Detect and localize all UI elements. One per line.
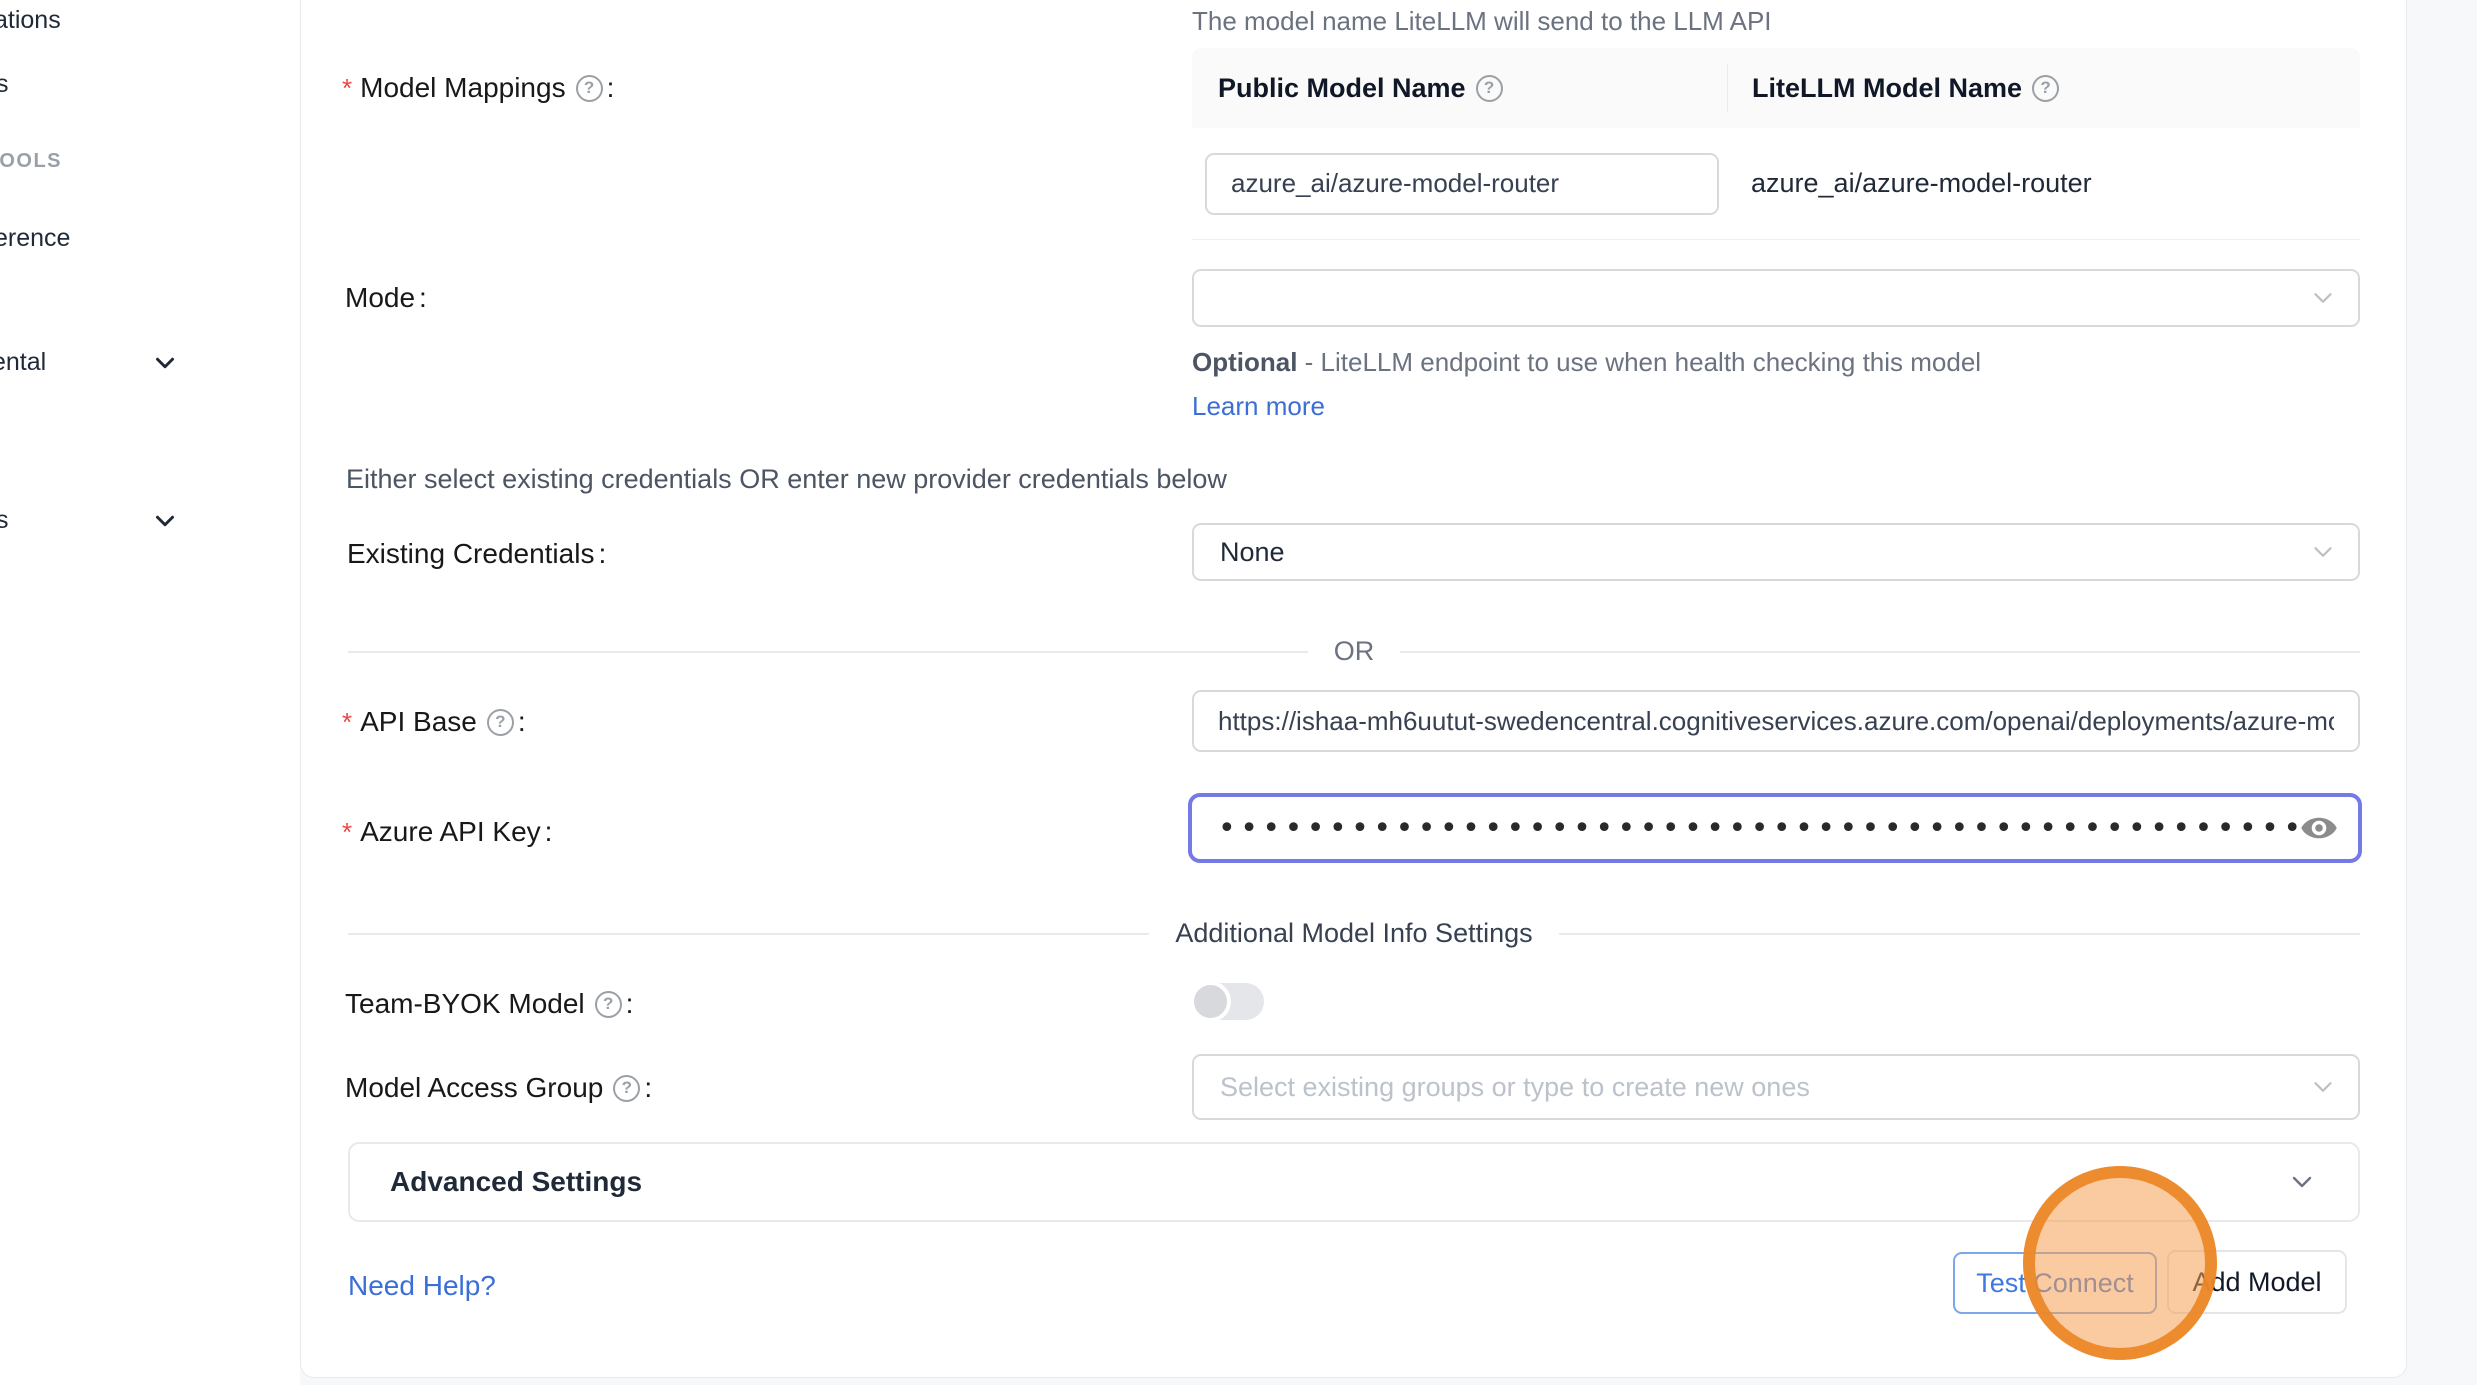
required-asterisk: * (342, 817, 352, 848)
credentials-note: Either select existing credentials OR en… (346, 464, 1227, 495)
table-header-row: Public Model Name ? LiteLLM Model Name ? (1192, 48, 2360, 128)
model-mappings-label: * Model Mappings ? : (342, 72, 614, 104)
form-layer: The model name LiteLLM will send to the … (0, 0, 2477, 1385)
masked-password-value[interactable]: ••••••••••••••••••••••••••••••••••••••••… (1218, 811, 2300, 846)
litellm-model-name-value: azure_ai/azure-model-router (1727, 168, 2360, 199)
question-circle-icon[interactable]: ? (487, 709, 514, 736)
question-circle-icon[interactable]: ? (2032, 75, 2059, 102)
chevron-down-icon (2286, 1166, 2318, 1198)
existing-credentials-label: Existing Credentials: (347, 538, 606, 570)
mode-select[interactable] (1192, 269, 2360, 327)
test-connect-button[interactable]: Test Connect (1953, 1252, 2157, 1314)
question-circle-icon[interactable]: ? (1476, 75, 1503, 102)
required-asterisk: * (342, 73, 352, 104)
table-row: azure_ai/azure-model-router (1192, 128, 2360, 240)
additional-info-divider: Additional Model Info Settings (348, 918, 2360, 949)
public-model-name-input[interactable] (1205, 153, 1719, 215)
learn-more-link[interactable]: Learn more (1192, 391, 1325, 421)
model-access-group-label: Model Access Group ? : (345, 1072, 652, 1104)
model-name-hint: The model name LiteLLM will send to the … (1192, 6, 1772, 37)
question-circle-icon[interactable]: ? (595, 991, 622, 1018)
eye-icon[interactable] (2300, 809, 2338, 847)
azure-api-key-label: * Azure API Key : (342, 816, 552, 848)
chevron-down-icon (2308, 1072, 2338, 1102)
or-divider: OR (348, 636, 2360, 667)
question-circle-icon[interactable]: ? (613, 1075, 640, 1102)
advanced-settings-panel[interactable]: Advanced Settings (348, 1142, 2360, 1222)
required-asterisk: * (342, 707, 352, 738)
toggle-knob (1190, 981, 1231, 1022)
add-model-button[interactable]: Add Model (2167, 1250, 2347, 1314)
chevron-down-icon (2308, 283, 2338, 313)
azure-api-key-input[interactable]: ••••••••••••••••••••••••••••••••••••••••… (1188, 793, 2362, 863)
existing-credentials-select[interactable]: None (1192, 523, 2360, 581)
column-header-litellm-model-name: LiteLLM Model Name ? (1727, 64, 2360, 112)
need-help-link[interactable]: Need Help? (348, 1270, 496, 1302)
api-base-label: * API Base ? : (342, 706, 526, 738)
question-circle-icon[interactable]: ? (576, 75, 603, 102)
model-mappings-table: Public Model Name ? LiteLLM Model Name ?… (1192, 48, 2360, 240)
mode-helper-text: Optional - LiteLLM endpoint to use when … (1192, 340, 2032, 428)
column-header-public-model-name: Public Model Name ? (1192, 73, 1727, 104)
chevron-down-icon (2308, 537, 2338, 567)
api-base-input[interactable] (1192, 690, 2360, 752)
team-byok-label: Team-BYOK Model ? : (345, 988, 633, 1020)
team-byok-toggle[interactable] (1192, 983, 1264, 1020)
mode-label: Mode: (345, 282, 427, 314)
model-access-group-select[interactable]: Select existing groups or type to create… (1192, 1054, 2360, 1120)
